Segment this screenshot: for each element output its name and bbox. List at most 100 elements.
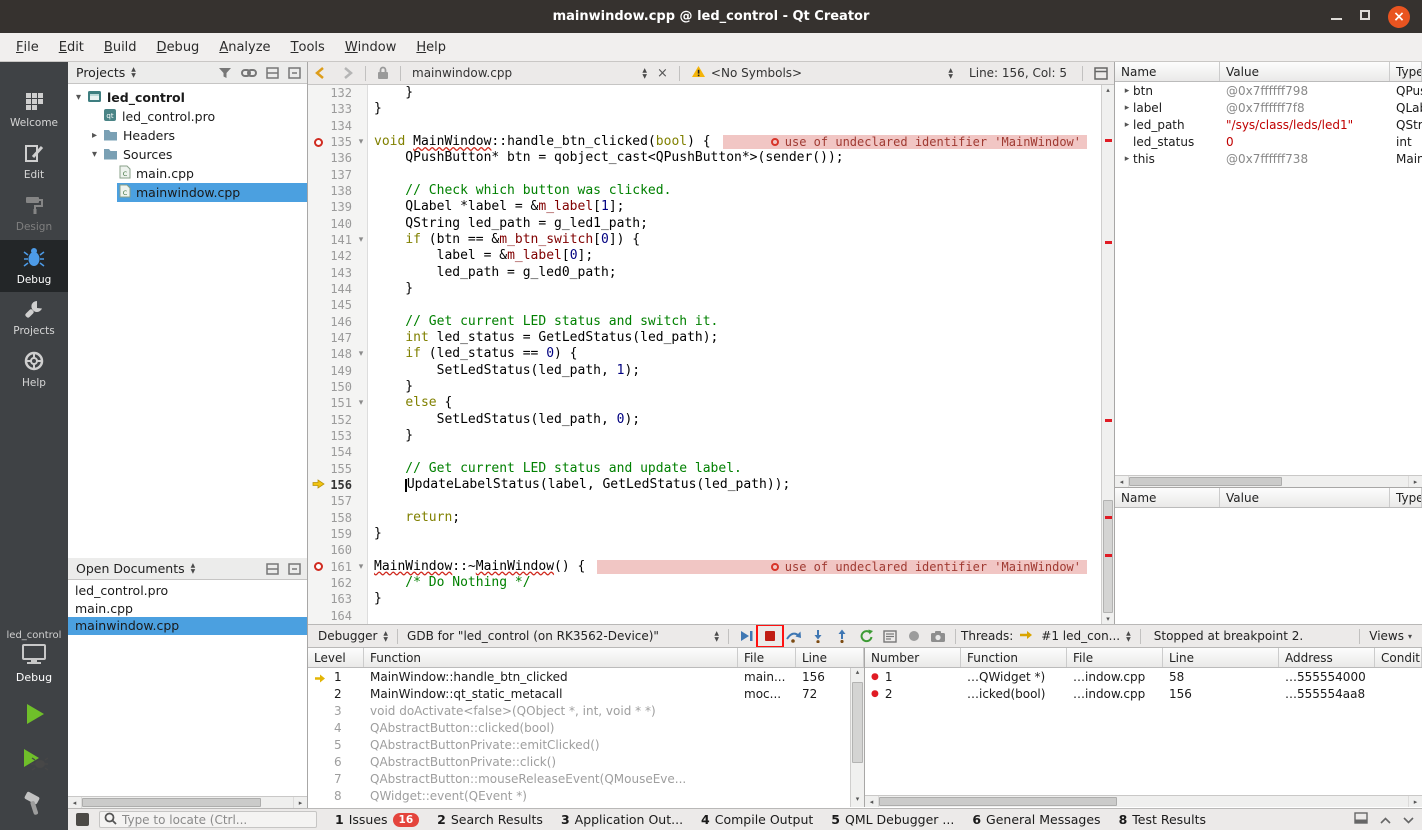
breakpoint-margin[interactable] [308,363,328,379]
code-text[interactable]: QPushButton* btn = qobject_cast<QPushBut… [368,150,844,166]
tree-item-headers[interactable]: ▸Headers [68,126,307,145]
locals-row-label[interactable]: ▸label@0x7ffffff7f8QLabel * [1115,99,1422,116]
column-header-type[interactable]: Type [1390,488,1422,507]
column-header-name[interactable]: Name [1115,488,1220,507]
output-pane-button-test-results[interactable]: 8Test Results [1119,812,1206,827]
code-text[interactable] [368,167,374,183]
locals-row-led-status[interactable]: led_status0int [1115,133,1422,150]
code-text[interactable]: UpdateLabelStatus(label, GetLedStatus(le… [368,477,790,493]
menu-debug[interactable]: Debug [147,33,210,61]
close-button[interactable]: × [1388,6,1410,28]
scroll-right-icon[interactable]: ▸ [294,799,307,807]
fold-marker-icon[interactable]: ▾ [355,559,368,575]
open-document-led-control-pro[interactable]: led_control.pro [68,582,307,600]
column-header-function[interactable]: Function [961,648,1067,667]
minimize-button[interactable] [1331,9,1342,24]
mode-help[interactable]: Help [0,344,68,396]
code-text[interactable]: // Check which button was clicked. [368,183,671,199]
panel-switch-combo-icon[interactable]: ▲▼ [191,563,196,574]
stack-frame-2[interactable]: 2MainWindow::qt_static_metacallmoc...72 [308,685,850,702]
previous-output-pane-icon[interactable] [1380,812,1391,827]
code-text[interactable] [368,542,374,558]
breakpoint-margin[interactable] [308,591,328,607]
code-text[interactable]: } [368,591,382,607]
code-text[interactable] [368,493,374,509]
mode-projects[interactable]: Projects [0,292,68,344]
stop-debugger-button[interactable] [758,626,782,646]
output-pane-button-compile-output[interactable]: 4Compile Output [701,812,813,827]
step-out-button[interactable] [830,626,854,646]
column-header-function[interactable]: Function [364,648,738,667]
code-text[interactable]: QLabel *label = &m_label[1]; [368,199,624,215]
code-text[interactable] [368,297,374,313]
code-text[interactable]: } [368,85,413,101]
code-text[interactable]: SetLedStatus(led_path, 0); [368,412,640,428]
stack-frame-5[interactable]: 5QAbstractButtonPrivate::emitClicked() [308,736,850,753]
locals-row-this[interactable]: ▸this@0x7ffffff738MainWindow * [1115,150,1422,167]
code-text[interactable] [368,444,374,460]
code-text[interactable]: } [368,281,413,297]
breakpoint-margin[interactable] [308,265,328,281]
breakpoint-margin[interactable] [308,167,328,183]
scroll-left-icon[interactable]: ◂ [865,798,878,806]
output-pane-button-general-messages[interactable]: 6General Messages [972,812,1100,827]
breakpoint-margin[interactable] [308,232,328,248]
breakpoint-margin[interactable] [308,526,328,542]
code-text[interactable]: // Get current LED status and update lab… [368,461,742,477]
breakpoint-margin[interactable] [308,134,328,150]
breakpoint-margin[interactable] [308,297,328,313]
expander-icon[interactable]: ▸ [88,130,101,141]
tree-item-led-control-pro[interactable]: qtled_control.pro [68,107,307,126]
breakpoint-margin[interactable] [308,395,328,411]
breakpoint-margin[interactable] [308,608,328,624]
menu-tools[interactable]: Tools [281,33,335,61]
code-text[interactable]: MainWindow::~MainWindow() { [368,559,585,575]
go-back-button[interactable] [308,62,334,84]
breakpoint-margin[interactable] [308,559,328,575]
stack-frame-3[interactable]: 3void doActivate<false>(QObject *, int, … [308,702,850,719]
code-editor[interactable]: 132 }133}134135▾void MainWindow::handle_… [308,85,1114,624]
fold-marker-icon[interactable]: ▾ [355,134,368,150]
breakpoint-margin[interactable] [308,183,328,199]
scroll-right-icon[interactable]: ▸ [1409,798,1422,806]
close-panel-icon[interactable] [288,563,301,575]
column-header-type[interactable]: Type [1390,62,1422,81]
expand-arrow-icon[interactable]: ▸ [1121,103,1133,113]
code-text[interactable]: void MainWindow::handle_btn_clicked(bool… [368,134,711,150]
breakpoint-margin[interactable] [308,379,328,395]
scroll-left-icon[interactable]: ◂ [68,799,81,807]
scroll-up-icon[interactable]: ▴ [851,668,864,680]
filter-icon[interactable] [218,67,232,79]
close-panel-icon[interactable] [288,67,301,79]
tree-item-led-control[interactable]: ▾led_control [68,88,307,107]
scroll-down-icon[interactable]: ▾ [851,795,864,807]
scroll-down-icon[interactable]: ▾ [1102,615,1114,623]
expressions-empty-body[interactable] [1115,508,1422,624]
code-text[interactable] [368,118,374,134]
open-document-main-cpp[interactable]: main.cpp [68,600,307,618]
fold-marker-icon[interactable]: ▾ [355,232,368,248]
tree-item-main-cpp[interactable]: Cmain.cpp [68,164,307,183]
code-text[interactable]: if (led_status == 0) { [368,346,578,362]
breakpoint-margin[interactable] [308,510,328,526]
thread-combo[interactable]: #1 led_con... ▲▼ [1037,625,1134,647]
run-button[interactable] [18,700,50,728]
mode-edit[interactable]: Edit [0,136,68,188]
breakpoint-margin[interactable] [308,444,328,460]
build-button[interactable] [18,790,50,818]
breakpoint-margin[interactable] [308,575,328,591]
stack-frame-4[interactable]: 4QAbstractButton::clicked(bool) [308,719,850,736]
code-text[interactable]: } [368,379,413,395]
kit-selector[interactable]: led_control Debug [0,626,68,700]
split-editor-button[interactable] [1088,62,1114,84]
breakpoint-margin[interactable] [308,493,328,509]
breakpoint-margin[interactable] [308,412,328,428]
column-header-value[interactable]: Value [1220,488,1390,507]
stack-frame-6[interactable]: 6QAbstractButtonPrivate::click() [308,753,850,770]
close-document-button[interactable]: × [651,62,674,84]
record-log-button[interactable] [902,626,926,646]
stack-frame-1[interactable]: 1MainWindow::handle_btn_clickedmain...15… [308,668,850,685]
column-header-line[interactable]: Line [1163,648,1279,667]
column-header-file[interactable]: File [738,648,796,667]
tree-item-mainwindow-cpp[interactable]: Cmainwindow.cpp [68,183,307,202]
